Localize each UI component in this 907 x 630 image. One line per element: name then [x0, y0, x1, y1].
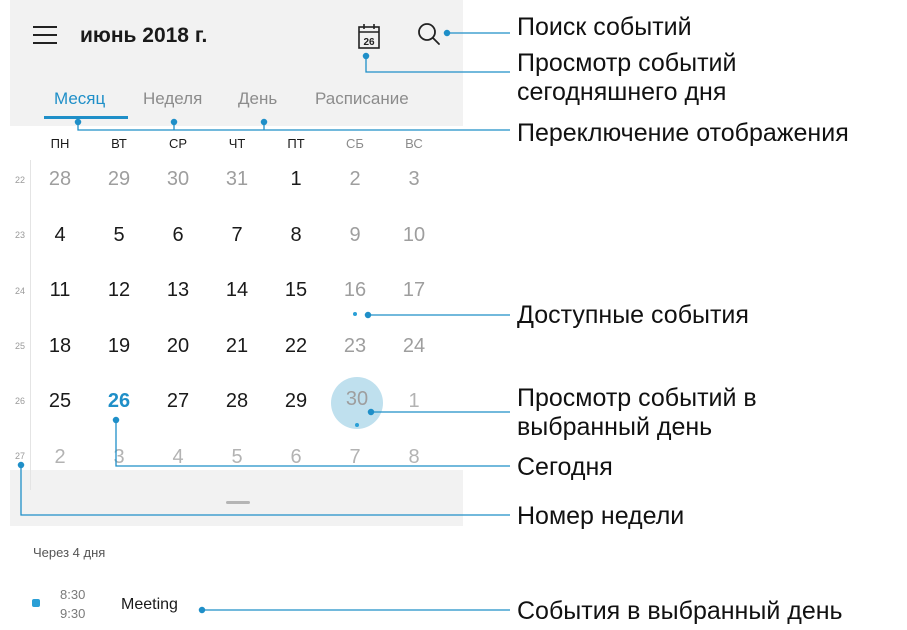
callout-selected-line1: Просмотр событий в [517, 384, 757, 412]
callout-today-line2: сегодняшнего дня [517, 78, 727, 106]
callout-leader-lines [17, 29, 510, 614]
callout-selected-line2: выбранный день [517, 413, 713, 441]
callout-today-marker: Сегодня [517, 453, 613, 481]
callout-day-events: События в выбранный день [517, 597, 843, 625]
callout-available-events: Доступные события [517, 301, 749, 329]
callout-week-number: Номер недели [517, 502, 685, 530]
callout-search: Поиск событий [517, 13, 692, 41]
callout-view-switch: Переключение отображения [517, 119, 849, 147]
callout-today-line1: Просмотр событий [517, 49, 737, 77]
